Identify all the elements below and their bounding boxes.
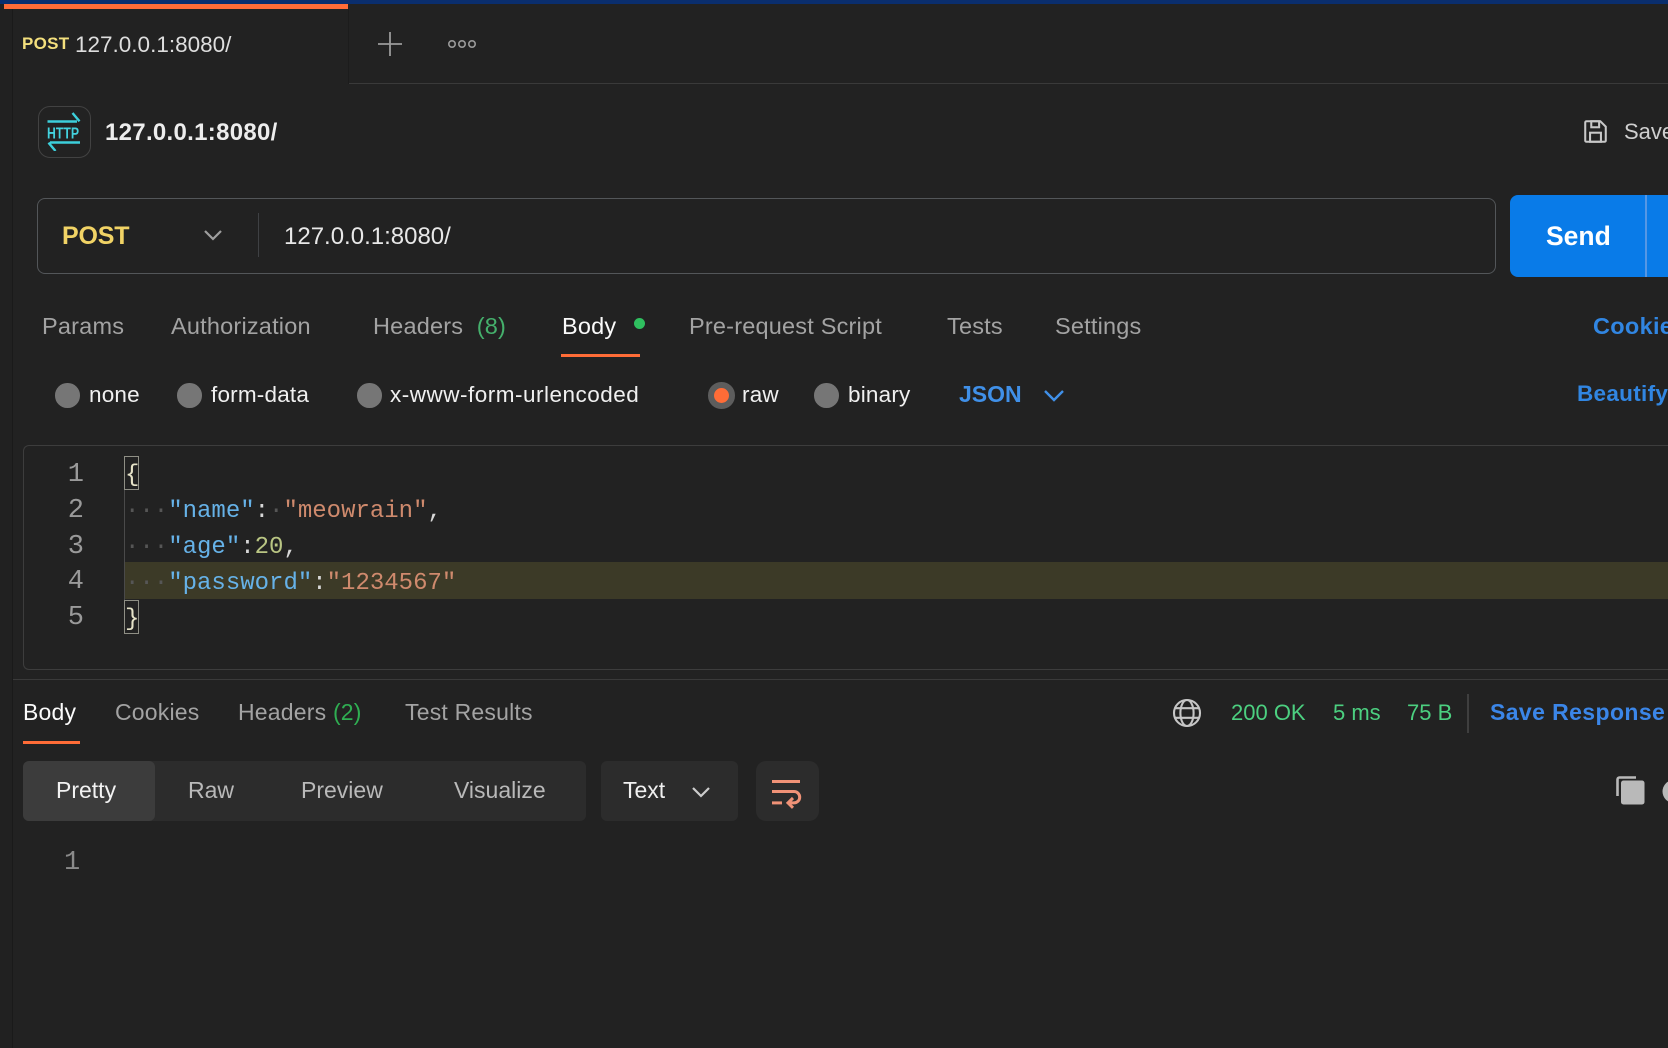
svg-text:HTTP: HTTP <box>47 126 79 143</box>
